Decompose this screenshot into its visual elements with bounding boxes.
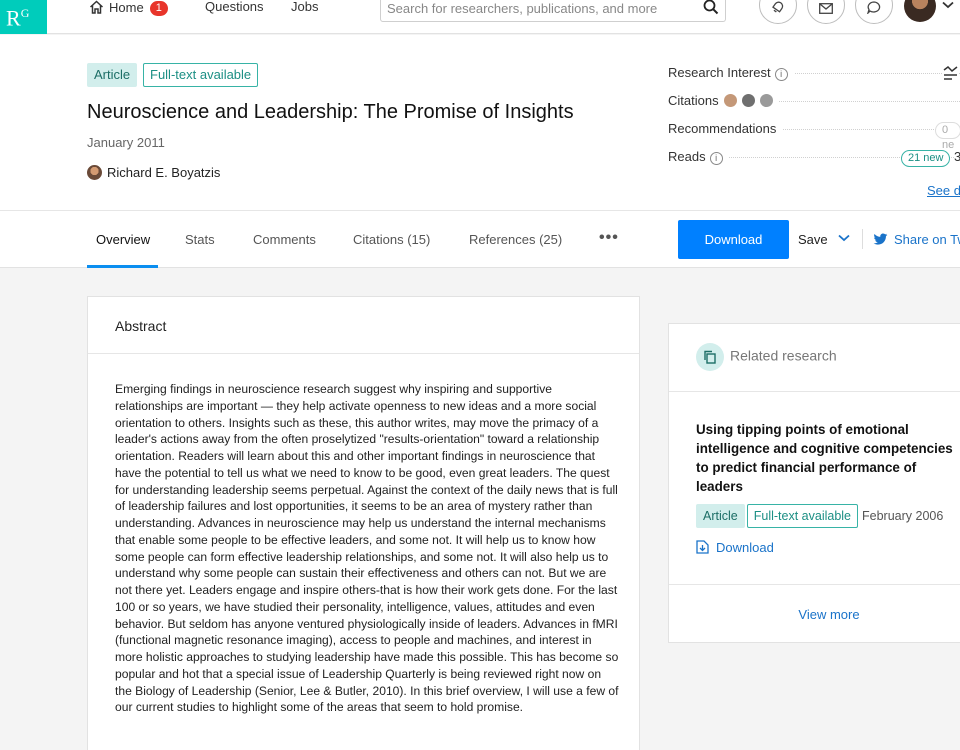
chart-icon[interactable] (943, 66, 959, 81)
related-item-date: February 2006 (862, 509, 944, 523)
nav-home[interactable]: Home 1 (89, 0, 168, 16)
reads-count: 3 (954, 149, 960, 164)
publication-header: Article Full-text available Neuroscience… (0, 35, 960, 268)
download-label: Download (716, 540, 774, 555)
tab-overview[interactable]: Overview (96, 232, 150, 247)
envelope-icon (819, 3, 833, 14)
top-navigation-bar: RG Home 1 Questions Jobs (0, 0, 960, 34)
tab-comments[interactable]: Comments (253, 232, 316, 247)
related-download-link[interactable]: Download (696, 540, 774, 555)
notifications-button[interactable] (759, 0, 797, 24)
divider (862, 229, 863, 249)
copy-icon (696, 343, 724, 371)
save-button[interactable]: Save (798, 232, 828, 247)
publication-tabs: Overview Stats Comments Citations (15) R… (0, 210, 960, 268)
stat-label: Reads (668, 149, 706, 164)
chat-bubble-icon (867, 1, 881, 14)
related-research-card: Related research Using tipping points of… (668, 323, 960, 643)
download-icon (696, 540, 709, 554)
view-more-link[interactable]: View more (669, 607, 960, 622)
search-box (380, 0, 726, 22)
related-research-heading: Related research (696, 343, 837, 371)
abstract-card: Abstract Emerging findings in neuroscien… (87, 296, 640, 750)
tab-references[interactable]: References (25) (469, 232, 562, 247)
article-tag: Article (696, 504, 745, 528)
info-icon[interactable]: i (709, 152, 723, 165)
more-options-button[interactable]: ••• (599, 230, 619, 246)
info-icon[interactable]: i (774, 68, 788, 81)
bell-icon (772, 1, 784, 13)
researchgate-logo[interactable]: RG (0, 0, 47, 34)
search-icon[interactable] (703, 0, 719, 15)
messages-button[interactable] (807, 0, 845, 24)
author-name: Richard E. Boyatzis (107, 165, 221, 180)
share-label: Share on Tw (894, 232, 960, 247)
stat-recommendations: Recommendations 0 ne (668, 121, 960, 151)
related-heading-label: Related research (730, 347, 837, 364)
search-input[interactable] (387, 0, 687, 18)
citation-avatar[interactable] (759, 94, 773, 107)
home-notification-badge: 1 (149, 1, 168, 16)
divider (669, 584, 960, 585)
divider (669, 391, 960, 392)
recommendations-pill: 0 ne (935, 122, 960, 151)
citation-avatar[interactable] (723, 94, 737, 107)
abstract-heading: Abstract (115, 318, 167, 334)
reads-new-pill: 21 new (901, 150, 951, 167)
article-tag: Article (87, 63, 138, 87)
stat-label: Citations (668, 93, 719, 108)
abstract-text: Emerging findings in neuroscience resear… (115, 382, 619, 715)
related-item-tags: Article Full-text available February 2006 (696, 504, 943, 528)
stat-research-interest: Research Interest i (668, 65, 960, 83)
share-twitter-button[interactable]: Share on Tw (873, 232, 960, 247)
stat-reads: Reads i 21 new 3 (668, 149, 960, 167)
stat-label: Research Interest (668, 65, 771, 80)
citation-avatar[interactable] (741, 94, 755, 107)
author-link[interactable]: Richard E. Boyatzis (87, 165, 220, 180)
nav-jobs[interactable]: Jobs (291, 0, 318, 16)
stat-citations: Citations (668, 93, 960, 111)
nav-home-label: Home (109, 0, 144, 15)
tab-stats[interactable]: Stats (185, 232, 215, 247)
publication-date: January 2011 (87, 135, 165, 150)
page-title: Neuroscience and Leadership: The Promise… (87, 101, 574, 123)
twitter-icon (873, 233, 888, 245)
home-icon (89, 0, 104, 14)
fulltext-tag: Full-text available (143, 63, 259, 87)
see-details-link[interactable]: See d (927, 183, 960, 198)
stat-label: Recommendations (668, 121, 783, 136)
author-avatar (87, 165, 102, 180)
tab-citations[interactable]: Citations (15) (353, 232, 430, 247)
chevron-down-icon[interactable] (838, 234, 850, 242)
fulltext-tag: Full-text available (746, 504, 858, 528)
chevron-down-icon[interactable] (942, 1, 954, 9)
download-button[interactable]: Download (678, 220, 789, 259)
related-item-title[interactable]: Using tipping points of emotional intell… (696, 420, 960, 496)
active-tab-indicator (87, 265, 158, 268)
user-avatar[interactable] (904, 0, 936, 22)
nav-questions[interactable]: Questions (205, 0, 264, 16)
divider (88, 353, 639, 354)
questions-button[interactable] (855, 0, 893, 24)
